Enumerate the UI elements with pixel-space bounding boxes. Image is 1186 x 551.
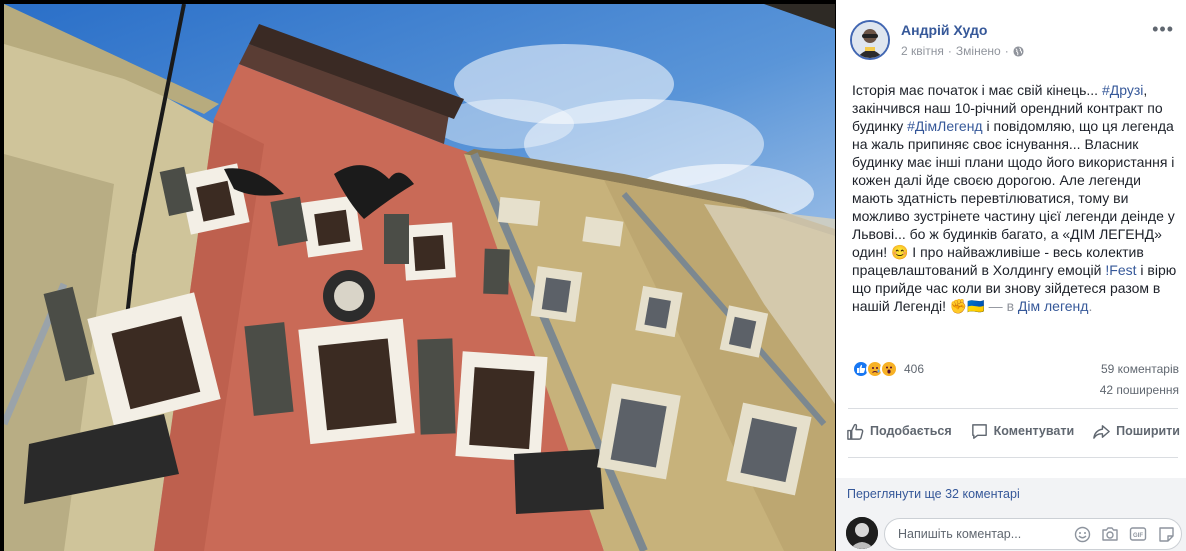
comment-tools: GIF bbox=[1073, 525, 1175, 543]
post-header: Андрій Худо 2 квітня · Змінено · ••• bbox=[850, 18, 1180, 62]
post-actions: Подобається Коментувати Поширити bbox=[844, 419, 1182, 443]
svg-text:GIF: GIF bbox=[1133, 533, 1143, 539]
share-button[interactable]: Поширити bbox=[1090, 419, 1182, 443]
comment-placeholder: Напишіть коментар... bbox=[898, 527, 1022, 541]
sticker-icon[interactable] bbox=[1157, 525, 1175, 543]
wow-reaction-icon bbox=[880, 360, 898, 378]
edited-label[interactable]: Змінено bbox=[956, 44, 1001, 58]
author-name[interactable]: Андрій Худо bbox=[901, 22, 987, 38]
user-avatar-image bbox=[846, 517, 878, 549]
like-label: Подобається bbox=[870, 424, 952, 438]
location-link[interactable]: Дім легенд bbox=[1018, 298, 1089, 314]
comment-button[interactable]: Коментувати bbox=[968, 419, 1077, 443]
comment-icon bbox=[971, 423, 987, 439]
shares-count[interactable]: 42 поширення bbox=[1100, 383, 1179, 397]
thumbs-up-icon bbox=[847, 423, 864, 440]
comment-composer: Напишіть коментар... GIF bbox=[846, 516, 1182, 551]
share-icon bbox=[1093, 424, 1110, 439]
location-prefix: — в bbox=[984, 298, 1018, 314]
current-user-avatar[interactable] bbox=[846, 517, 878, 549]
ukraine-flag-emoji: 🇺🇦 bbox=[967, 298, 985, 314]
camera-icon[interactable] bbox=[1101, 525, 1119, 543]
post-photo[interactable] bbox=[0, 0, 836, 551]
comment-label: Коментувати bbox=[993, 424, 1075, 438]
post-meta: 2 квітня · Змінено · bbox=[901, 44, 1024, 58]
post-text: Історія має початок і має свій кінець...… bbox=[852, 81, 1177, 315]
post-panel: Андрій Худо 2 квітня · Змінено · ••• Іст… bbox=[836, 0, 1186, 551]
emoji-icon[interactable] bbox=[1073, 525, 1091, 543]
text-end: . bbox=[1088, 298, 1093, 314]
divider-top bbox=[848, 408, 1178, 409]
reaction-count[interactable]: 406 bbox=[904, 362, 924, 376]
smile-emoji: 😊 bbox=[890, 244, 909, 260]
gif-icon[interactable]: GIF bbox=[1129, 525, 1147, 543]
comment-input[interactable]: Напишіть коментар... GIF bbox=[884, 518, 1182, 550]
reaction-summary[interactable]: 406 bbox=[852, 360, 924, 378]
globe-icon[interactable] bbox=[1013, 45, 1024, 57]
meta-separator-2: · bbox=[1004, 44, 1009, 58]
hashtag-druzi[interactable]: #Друзі bbox=[1102, 82, 1143, 98]
author-avatar[interactable] bbox=[850, 20, 890, 60]
meta-separator: · bbox=[947, 44, 952, 58]
fest-link[interactable]: !Fest bbox=[1105, 262, 1136, 278]
like-button[interactable]: Подобається bbox=[844, 419, 954, 443]
share-label: Поширити bbox=[1116, 424, 1180, 438]
avatar-image bbox=[852, 22, 888, 58]
view-more-comments-link[interactable]: Переглянути ще 32 коментарі bbox=[847, 487, 1020, 501]
divider-bottom bbox=[848, 457, 1178, 458]
fist-emoji: ✊ bbox=[949, 298, 968, 314]
post-date[interactable]: 2 квітня bbox=[901, 44, 944, 58]
photo-image bbox=[4, 4, 835, 551]
text-part-3: і повідомляю, що ця легенда на жаль прип… bbox=[852, 118, 1175, 260]
comments-section: Переглянути ще 32 коментарі Напишіть ком… bbox=[836, 478, 1186, 551]
comments-count[interactable]: 59 коментарів bbox=[1101, 362, 1179, 376]
text-part-1: Історія має початок і має свій кінець... bbox=[852, 82, 1102, 98]
hashtag-dimlegend[interactable]: #ДімЛегенд bbox=[907, 118, 982, 134]
building-illustration bbox=[4, 4, 835, 551]
more-options-icon[interactable]: ••• bbox=[1152, 20, 1174, 38]
